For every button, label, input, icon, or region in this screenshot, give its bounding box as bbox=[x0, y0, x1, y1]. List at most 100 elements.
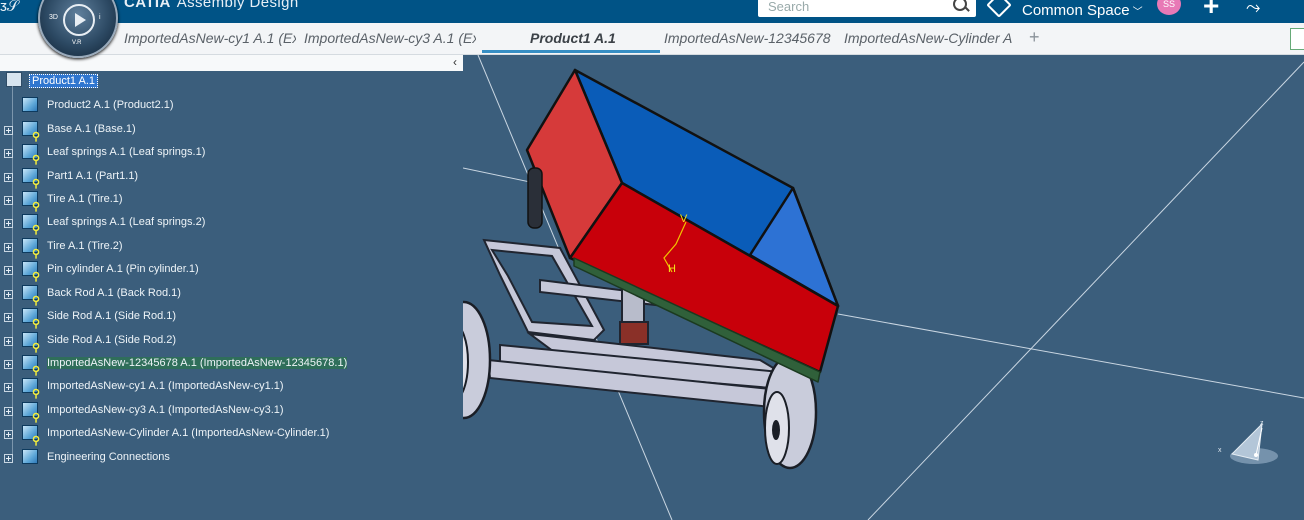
tree-node[interactable]: ⚲ ImportedAsNew-cy1 A.1 (ImportedAsNew-cy… bbox=[0, 377, 460, 400]
share-icon[interactable]: ⤳ bbox=[1246, 0, 1260, 18]
tree-node[interactable]: ⚲ Tire A.1 (Tire.1) bbox=[0, 190, 460, 213]
expand-node-icon[interactable] bbox=[4, 149, 13, 158]
tree-node[interactable]: ⚲ Tire A.1 (Tire.2) bbox=[0, 237, 460, 260]
expand-node-icon[interactable] bbox=[4, 313, 13, 322]
tree-node-label: Back Rod A.1 (Back Rod.1) bbox=[47, 287, 181, 299]
brand-name: CATIA bbox=[124, 0, 171, 11]
tree-node[interactable]: Product2 A.1 (Product2.1) bbox=[0, 96, 460, 116]
constraint-icon: ⚲ bbox=[32, 201, 41, 213]
tree-node-label: Tire A.1 (Tire.1) bbox=[47, 193, 123, 205]
expand-node-icon[interactable] bbox=[4, 360, 13, 369]
tree-node[interactable]: ⚲ ImportedAsNew-Cylinder A.1 (ImportedAsN… bbox=[0, 424, 460, 447]
tree-collapse-bar: ‹ bbox=[0, 55, 463, 71]
active-tab-indicator bbox=[482, 50, 660, 53]
tree-node[interactable]: ⚲ Back Rod A.1 (Back Rod.1) bbox=[0, 284, 460, 307]
expand-node-icon[interactable] bbox=[4, 266, 13, 275]
expand-node-icon[interactable] bbox=[4, 126, 13, 135]
constraint-icon: ⚲ bbox=[32, 248, 41, 260]
tree-node[interactable]: ⚲ Leaf springs A.1 (Leaf springs.1) bbox=[0, 143, 460, 166]
tab-imported-cy3[interactable]: ImportedAsNew-cy3 A.1 (Ex bbox=[304, 30, 476, 46]
tree-root-label[interactable]: Product1 A.1 bbox=[29, 74, 98, 88]
tree-node[interactable]: ⚲ Side Rod A.1 (Side Rod.1) bbox=[0, 307, 460, 330]
tree-node[interactable]: ⚲ ImportedAsNew-12345678 A.1 (ImportedAsN… bbox=[0, 354, 460, 377]
tree-node-label: ImportedAsNew-cy3 A.1 (ImportedAsNew-cy3… bbox=[47, 404, 284, 416]
compass-vr-label: V.R bbox=[72, 40, 82, 46]
constraint-icon: ⚲ bbox=[32, 131, 41, 143]
part-icon bbox=[22, 449, 38, 464]
tree-node[interactable]: ⚲ ImportedAsNew-cy3 A.1 (ImportedAsNew-cy… bbox=[0, 401, 460, 424]
tree-node[interactable]: ⚲ Leaf springs A.1 (Leaf springs.2) bbox=[0, 213, 460, 236]
tree-node-label: ImportedAsNew-cy1 A.1 (ImportedAsNew-cy1… bbox=[47, 380, 284, 392]
chevron-down-icon: ﹀ bbox=[1132, 7, 1143, 18]
axis-h-label: H bbox=[668, 263, 676, 275]
expand-node-icon[interactable] bbox=[4, 219, 13, 228]
part-icon bbox=[22, 97, 38, 112]
tree-node[interactable]: ⚲ Part1 A.1 (Part1.1) bbox=[0, 167, 460, 190]
expand-panel-icon[interactable] bbox=[1290, 28, 1304, 50]
search-box[interactable] bbox=[758, 0, 976, 17]
tab-imported-cylinder[interactable]: ImportedAsNew-Cylinder A bbox=[844, 30, 1016, 46]
collapse-tree-icon[interactable]: ‹ bbox=[453, 55, 457, 69]
constraint-icon: ⚲ bbox=[32, 224, 41, 236]
tree-node-label: Side Rod A.1 (Side Rod.1) bbox=[47, 310, 177, 322]
constraint-icon: ⚲ bbox=[32, 271, 41, 283]
module-name: Assembly Design bbox=[176, 0, 299, 11]
tree-node[interactable]: Engineering Connections bbox=[0, 448, 460, 468]
constraint-icon: ⚲ bbox=[32, 342, 41, 354]
constraint-icon: ⚲ bbox=[32, 412, 41, 424]
search-icon[interactable] bbox=[953, 0, 967, 11]
compass-3d-label: 3D bbox=[49, 14, 58, 21]
tree-node-label: Leaf springs A.1 (Leaf springs.1) bbox=[47, 146, 206, 158]
expand-node-icon[interactable] bbox=[4, 454, 13, 463]
left-tire[interactable] bbox=[463, 300, 492, 420]
ground-line-3 bbox=[837, 313, 1304, 399]
constraint-icon: ⚲ bbox=[32, 388, 41, 400]
constraint-icon: ⚲ bbox=[32, 178, 41, 190]
tree-node-label: ImportedAsNew-Cylinder A.1 (ImportedAsNe… bbox=[47, 427, 330, 439]
expand-node-icon[interactable] bbox=[4, 407, 13, 416]
compass-z-label: z bbox=[1260, 420, 1264, 427]
constraint-icon: ⚲ bbox=[32, 318, 41, 330]
orientation-compass[interactable]: z x bbox=[1218, 420, 1278, 464]
3d-viewport[interactable]: V H z x bbox=[463, 55, 1304, 520]
app-title: CATIA Assembly Design bbox=[124, 0, 299, 11]
axis-v-label: V bbox=[680, 213, 688, 225]
tree-node-label: Product2 A.1 (Product2.1) bbox=[47, 99, 174, 111]
tab-imported-cy1[interactable]: ImportedAsNew-cy1 A.1 (Ex bbox=[124, 30, 296, 46]
expand-node-icon[interactable] bbox=[4, 173, 13, 182]
expand-node-icon[interactable] bbox=[4, 196, 13, 205]
constraint-icon: ⚲ bbox=[32, 365, 41, 377]
expand-node-icon[interactable] bbox=[4, 430, 13, 439]
product-root-icon bbox=[6, 72, 22, 87]
expand-node-icon[interactable] bbox=[4, 243, 13, 252]
tree-node-label: Part1 A.1 (Part1.1) bbox=[47, 170, 139, 182]
play-icon[interactable] bbox=[63, 4, 95, 36]
constraint-icon: ⚲ bbox=[32, 154, 41, 166]
expand-node-icon[interactable] bbox=[4, 290, 13, 299]
compass-x-label: x bbox=[1218, 447, 1222, 454]
constraint-icon: ⚲ bbox=[32, 295, 41, 307]
search-input[interactable] bbox=[766, 0, 950, 15]
tree-node[interactable]: ⚲ Pin cylinder A.1 (Pin cylinder.1) bbox=[0, 260, 460, 283]
3ds-logo-icon[interactable]: ᴣ𝒮 bbox=[0, 0, 19, 15]
constraint-icon: ⚲ bbox=[32, 435, 41, 447]
add-tab-icon[interactable]: + bbox=[1029, 27, 1040, 48]
avatar[interactable]: SS bbox=[1157, 0, 1181, 15]
add-icon[interactable]: + bbox=[1203, 0, 1219, 22]
space-label: Common Space bbox=[1022, 2, 1130, 19]
top-bar: ᴣ𝒮 CATIA Assembly Design Common Space﹀ SS… bbox=[0, 0, 1304, 23]
tree-node-label: Side Rod A.1 (Side Rod.2) bbox=[47, 334, 177, 346]
tree-node[interactable]: ⚲ Side Rod A.1 (Side Rod.2) bbox=[0, 331, 460, 354]
tree-node-label: Tire A.1 (Tire.2) bbox=[47, 240, 123, 252]
tree-node-label: Engineering Connections bbox=[47, 451, 170, 463]
tab-product1[interactable]: Product1 A.1 bbox=[530, 30, 650, 46]
document-tab-bar: ImportedAsNew-cy1 A.1 (Ex ImportedAsNew-… bbox=[0, 23, 1304, 55]
tree-node-label: Leaf springs A.1 (Leaf springs.2) bbox=[47, 216, 206, 228]
collaborative-space-selector[interactable]: Common Space ﹀ bbox=[1022, 2, 1143, 19]
tab-imported-12345678[interactable]: ImportedAsNew-12345678 bbox=[664, 30, 834, 46]
tree-node-label: Base A.1 (Base.1) bbox=[47, 123, 136, 135]
tree-node[interactable]: ⚲ Base A.1 (Base.1) bbox=[0, 120, 460, 143]
tag-icon[interactable] bbox=[986, 0, 1012, 18]
expand-node-icon[interactable] bbox=[4, 337, 13, 346]
expand-node-icon[interactable] bbox=[4, 383, 13, 392]
